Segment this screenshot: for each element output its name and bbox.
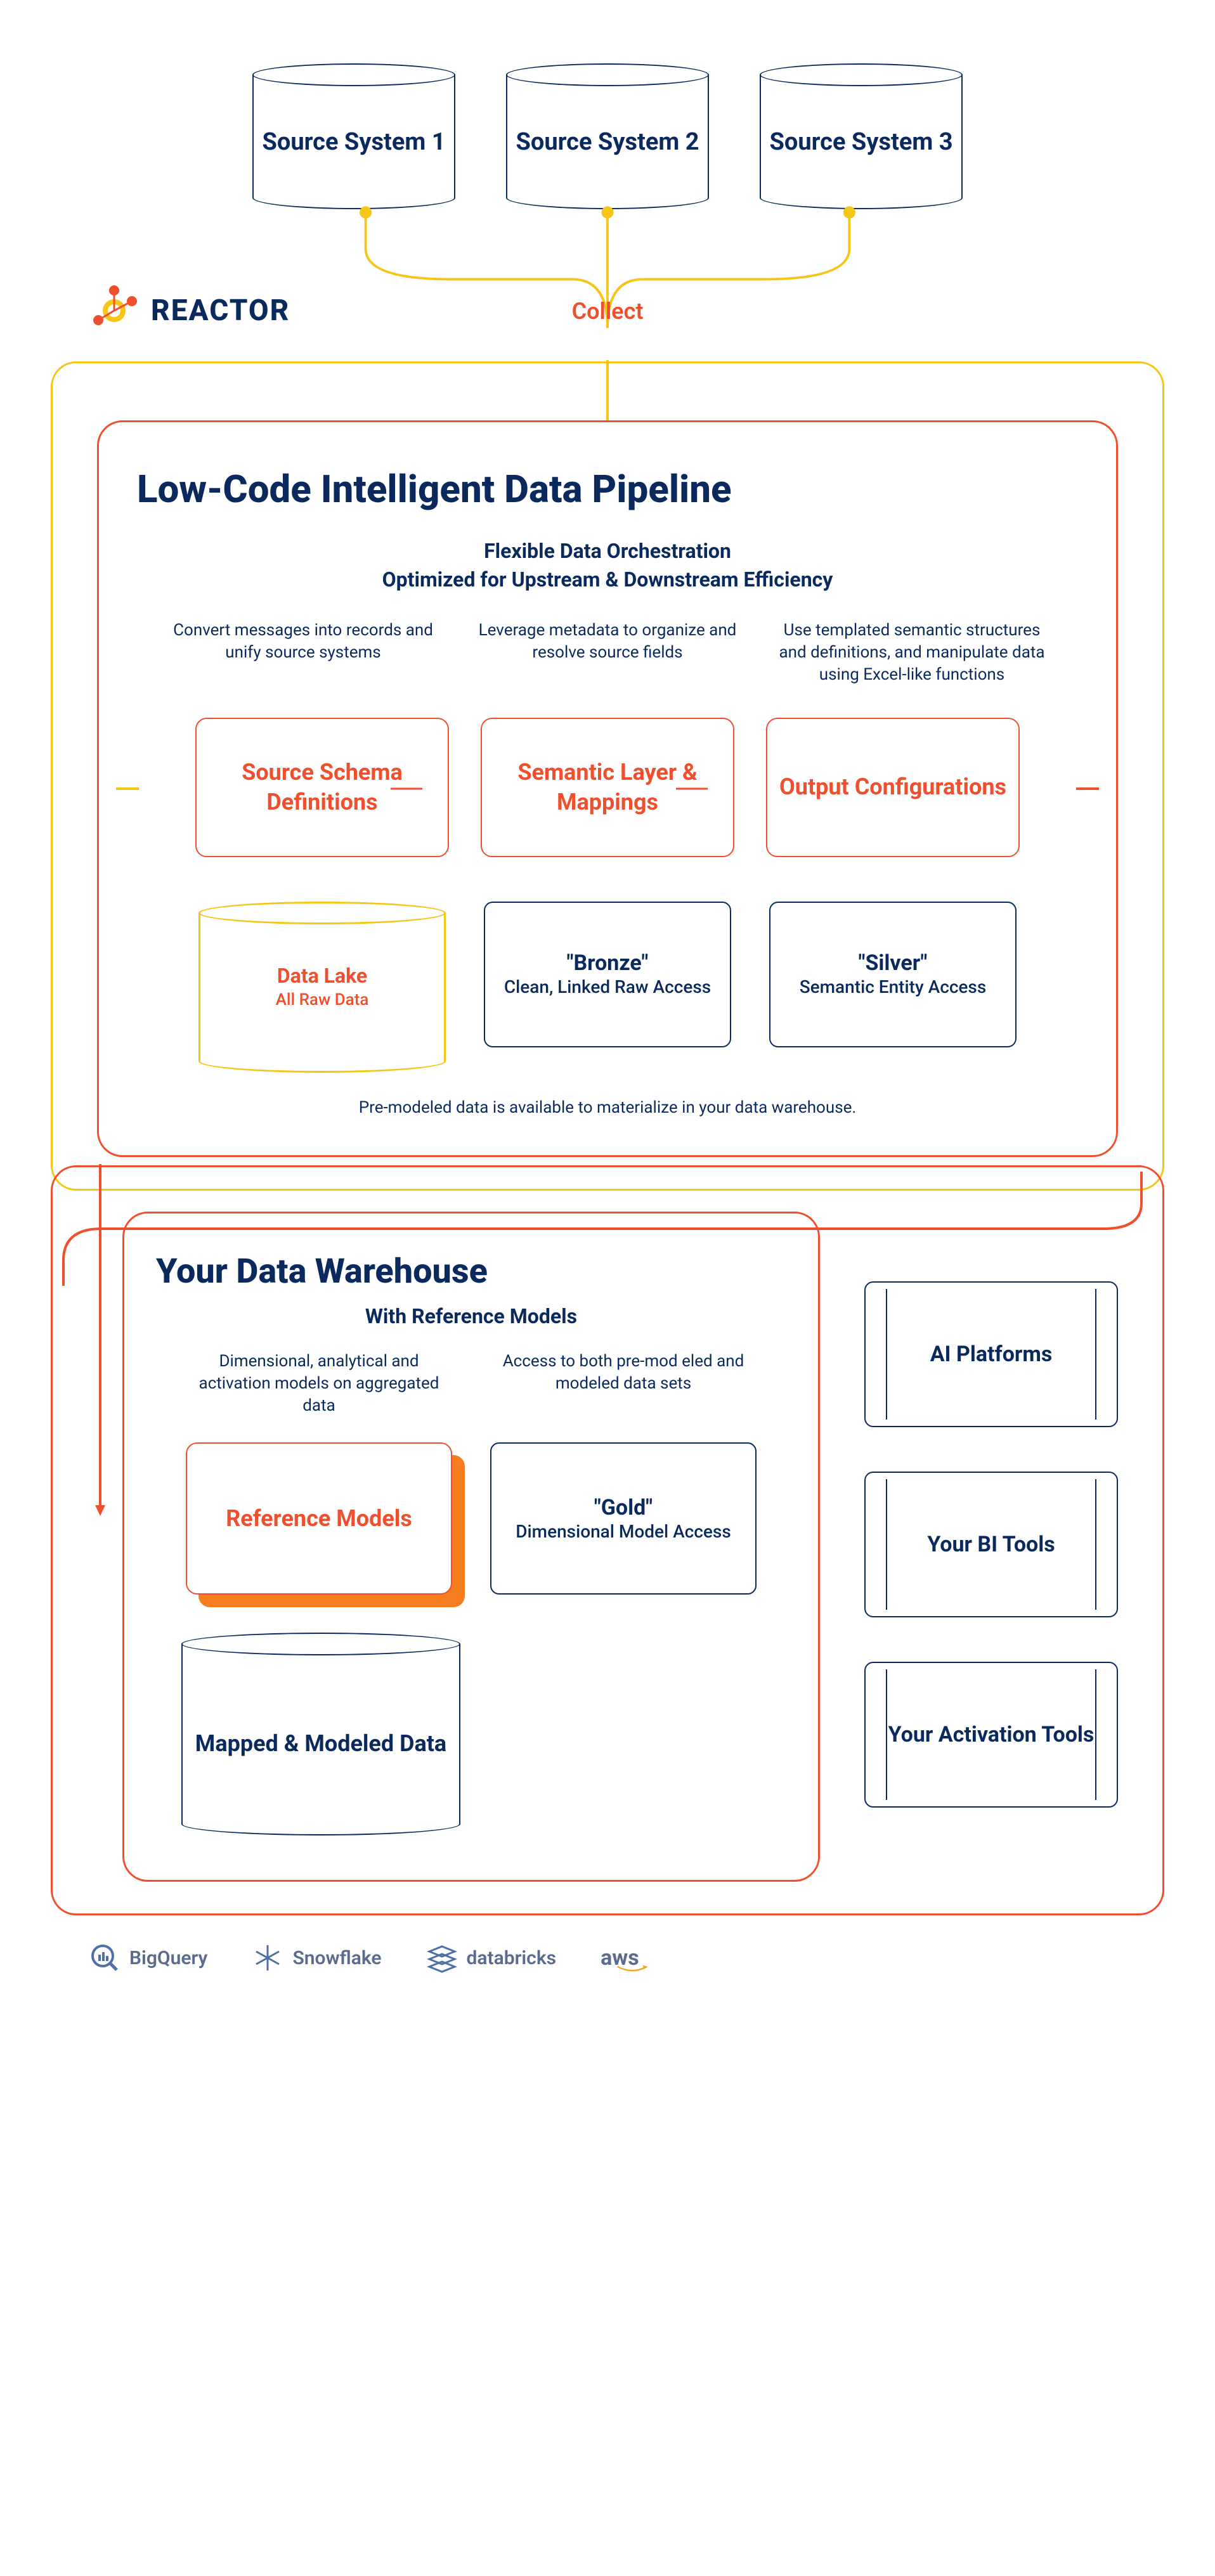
gold-sub: Dimensional Model Access	[516, 1520, 731, 1543]
bronze-sub: Clean, Linked Raw Access	[504, 976, 711, 998]
bigquery-text: BigQuery	[129, 1947, 207, 1969]
collect-label: Collect	[572, 298, 644, 325]
source-schema-box: Source Schema Definitions	[195, 718, 449, 857]
silver-title: "Silver"	[859, 950, 928, 976]
reactor-brand-text: REACTOR	[151, 294, 290, 328]
databricks-text: databricks	[467, 1947, 557, 1969]
source-system-1: Source System 1	[252, 63, 455, 209]
source-system-2: Source System 2	[506, 63, 709, 209]
source-systems-row: Source System 1 Source System 2 Source S…	[25, 63, 1190, 209]
mapped-modeled-label: Mapped & Modeled Data	[195, 1710, 446, 1759]
warehouse-outer-box: Your Data Warehouse With Reference Model…	[51, 1165, 1164, 1915]
tools-column: AI Platforms Your BI Tools Your Activati…	[864, 1281, 1118, 1808]
wh-desc-2: Access to both pre-mod eled and modeled …	[490, 1350, 757, 1417]
pipeline-footer-note: Pre-modeled data is available to materia…	[137, 1098, 1078, 1117]
databricks-icon	[426, 1942, 458, 1974]
aws-text: aws	[601, 1945, 639, 1971]
source-1-label: Source System 1	[262, 114, 445, 158]
warehouse-title: Your Data Warehouse	[156, 1252, 786, 1291]
stage-boxes-row: Source Schema Definitions Semantic Layer…	[137, 718, 1078, 857]
bi-tools-box: Your BI Tools	[864, 1472, 1118, 1617]
silver-sub: Semantic Entity Access	[800, 976, 987, 998]
aws-logo: aws	[601, 1941, 648, 1975]
reactor-logo: REACTOR	[89, 285, 290, 336]
warehouse-boxes-row: Reference Models "Gold" Dimensional Mode…	[156, 1442, 786, 1595]
pipe-desc-2: Leverage metadata to organize and resolv…	[468, 619, 747, 686]
reactor-icon	[89, 285, 140, 336]
source-system-3: Source System 3	[760, 63, 963, 209]
source-3-label: Source System 3	[769, 114, 952, 158]
semantic-layer-box: Semantic Layer & Mappings	[481, 718, 734, 857]
bigquery-icon	[89, 1942, 120, 1974]
wh-desc-1: Dimensional, analytical and activation m…	[186, 1350, 452, 1417]
warehouse-subtitle: With Reference Models	[156, 1304, 786, 1328]
gold-title: "Gold"	[594, 1495, 653, 1520]
output-config-box: Output Configurations	[766, 718, 1020, 857]
gold-box: "Gold" Dimensional Model Access	[490, 1442, 757, 1595]
silver-box: "Silver" Semantic Entity Access	[769, 902, 1017, 1047]
data-lake-sub: All Raw Data	[276, 990, 369, 1011]
snowflake-icon	[252, 1942, 283, 1974]
reference-models-label: Reference Models	[186, 1442, 452, 1595]
snowflake-logo: Snowflake	[252, 1942, 381, 1974]
pipeline-sub2: Optimized for Upstream & Downstream Effi…	[137, 566, 1078, 594]
data-lake-title: Data Lake	[276, 963, 369, 990]
activation-tools-box: Your Activation Tools	[864, 1662, 1118, 1808]
bigquery-logo: BigQuery	[89, 1942, 207, 1974]
platform-logos-row: BigQuery Snowflake databricks aws	[89, 1941, 1190, 1975]
databricks-logo: databricks	[426, 1942, 557, 1974]
data-lake-cylinder: Data Lake All Raw Data	[198, 902, 446, 1073]
ai-platforms-box: AI Platforms	[864, 1281, 1118, 1427]
source-2-label: Source System 2	[516, 114, 699, 158]
pipeline-title: Low-Code Intelligent Data Pipeline	[137, 467, 1078, 512]
ai-platforms-label: AI Platforms	[930, 1340, 1053, 1368]
pipe-desc-3: Use templated semantic structures and de…	[772, 619, 1051, 686]
pipeline-outer-box: Low-Code Intelligent Data Pipeline Flexi…	[51, 361, 1164, 1191]
pipeline-subtitle: Flexible Data Orchestration Optimized fo…	[137, 537, 1078, 594]
pipeline-inner-box: Low-Code Intelligent Data Pipeline Flexi…	[97, 420, 1118, 1157]
bi-tools-label: Your BI Tools	[927, 1531, 1055, 1558]
collect-connector: REACTOR Collect	[25, 209, 1190, 361]
pipeline-descriptions: Convert messages into records and unify …	[137, 619, 1078, 686]
warehouse-descriptions: Dimensional, analytical and activation m…	[156, 1350, 786, 1417]
activation-tools-label: Your Activation Tools	[888, 1721, 1095, 1749]
warehouse-inner-box: Your Data Warehouse With Reference Model…	[122, 1212, 820, 1882]
data-layers-row: Data Lake All Raw Data "Bronze" Clean, L…	[137, 902, 1078, 1073]
mapped-modeled-cylinder: Mapped & Modeled Data	[181, 1633, 460, 1835]
bronze-title: "Bronze"	[567, 950, 649, 976]
snowflake-text: Snowflake	[292, 1947, 381, 1969]
bronze-box: "Bronze" Clean, Linked Raw Access	[484, 902, 731, 1047]
reference-models-box: Reference Models	[186, 1442, 452, 1595]
pipe-desc-1: Convert messages into records and unify …	[164, 619, 443, 686]
pipeline-sub1: Flexible Data Orchestration	[137, 537, 1078, 566]
